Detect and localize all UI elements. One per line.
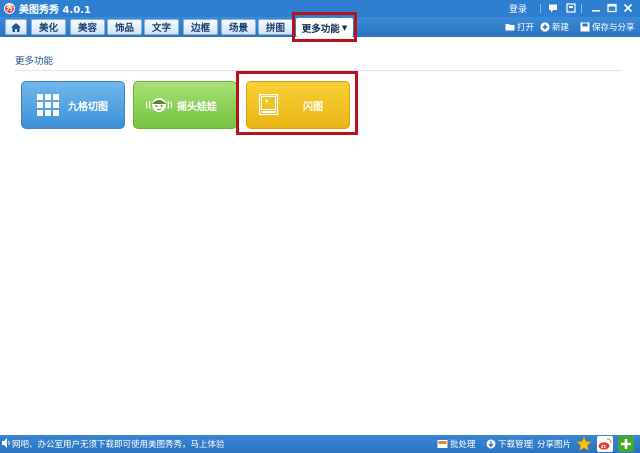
doll-icon (146, 98, 172, 112)
status-message[interactable]: 网吧、办公室用户无须下载即可使用美图秀秀，马上体验 (12, 438, 225, 450)
open-button[interactable]: 打开 (505, 20, 534, 33)
maximize-icon[interactable] (607, 3, 617, 13)
separator (581, 4, 582, 13)
add-button[interactable] (618, 436, 634, 452)
grid-split-button[interactable]: 九格切图 (21, 81, 125, 129)
home-icon (11, 22, 21, 32)
new-label: 新建 (552, 22, 570, 33)
batch-icon (437, 440, 448, 448)
login-link[interactable]: 登录 (509, 2, 527, 15)
open-folder-icon (505, 23, 515, 30)
tab-makeup[interactable]: 美容 (70, 19, 105, 35)
section-title: 更多功能 (15, 56, 54, 67)
separator (540, 4, 541, 13)
status-bar: 网吧、办公室用户无须下载即可使用美图秀秀，马上体验 批处理 下载管理 分享图片 (0, 435, 640, 453)
grid-icon (37, 94, 59, 116)
save-share-label: 保存与分享 (592, 22, 635, 33)
save-share-button[interactable]: 保存与分享 (580, 20, 635, 33)
weibo-button[interactable] (597, 436, 613, 452)
tab-border[interactable]: 边框 (183, 19, 218, 35)
open-label: 打开 (517, 22, 535, 33)
download-manager-label: 下载管理 (498, 440, 533, 450)
star-icon (576, 436, 592, 452)
download-icon (486, 439, 496, 449)
grid-split-label: 九格切图 (68, 101, 108, 113)
feedback-icon[interactable] (548, 3, 558, 13)
app-title: 美图秀秀 4.0.1 (19, 5, 91, 16)
download-manager-button[interactable]: 下载管理 (486, 438, 532, 450)
share-image-link[interactable]: 分享图片 (537, 438, 571, 450)
tab-home[interactable] (5, 19, 27, 35)
batch-label: 批处理 (450, 440, 476, 450)
tab-collage[interactable]: 拼图 (258, 19, 293, 35)
new-button[interactable]: 新建 (540, 20, 569, 33)
tab-beautify[interactable]: 美化 (31, 19, 66, 35)
app-logo-icon: 秀 (4, 3, 15, 14)
highlight-more-tab (292, 12, 357, 42)
speaker-icon (2, 437, 11, 452)
batch-button[interactable]: 批处理 (437, 438, 476, 450)
add-icon (621, 439, 631, 449)
separator (532, 439, 533, 449)
tab-text[interactable]: 文字 (144, 19, 179, 35)
weibo-icon (598, 438, 612, 450)
tab-accessories[interactable]: 饰品 (107, 19, 142, 35)
save-icon (580, 22, 590, 31)
new-plus-icon (540, 21, 550, 32)
close-icon[interactable] (623, 3, 633, 13)
minimize-icon[interactable] (591, 3, 601, 13)
favorite-button[interactable] (576, 436, 592, 452)
skin-icon[interactable] (566, 3, 576, 13)
highlight-flash-button (236, 71, 358, 135)
bobblehead-button[interactable]: 摇头娃娃 (133, 81, 237, 129)
bobblehead-label: 摇头娃娃 (177, 101, 217, 113)
tab-scene[interactable]: 场景 (221, 19, 256, 35)
